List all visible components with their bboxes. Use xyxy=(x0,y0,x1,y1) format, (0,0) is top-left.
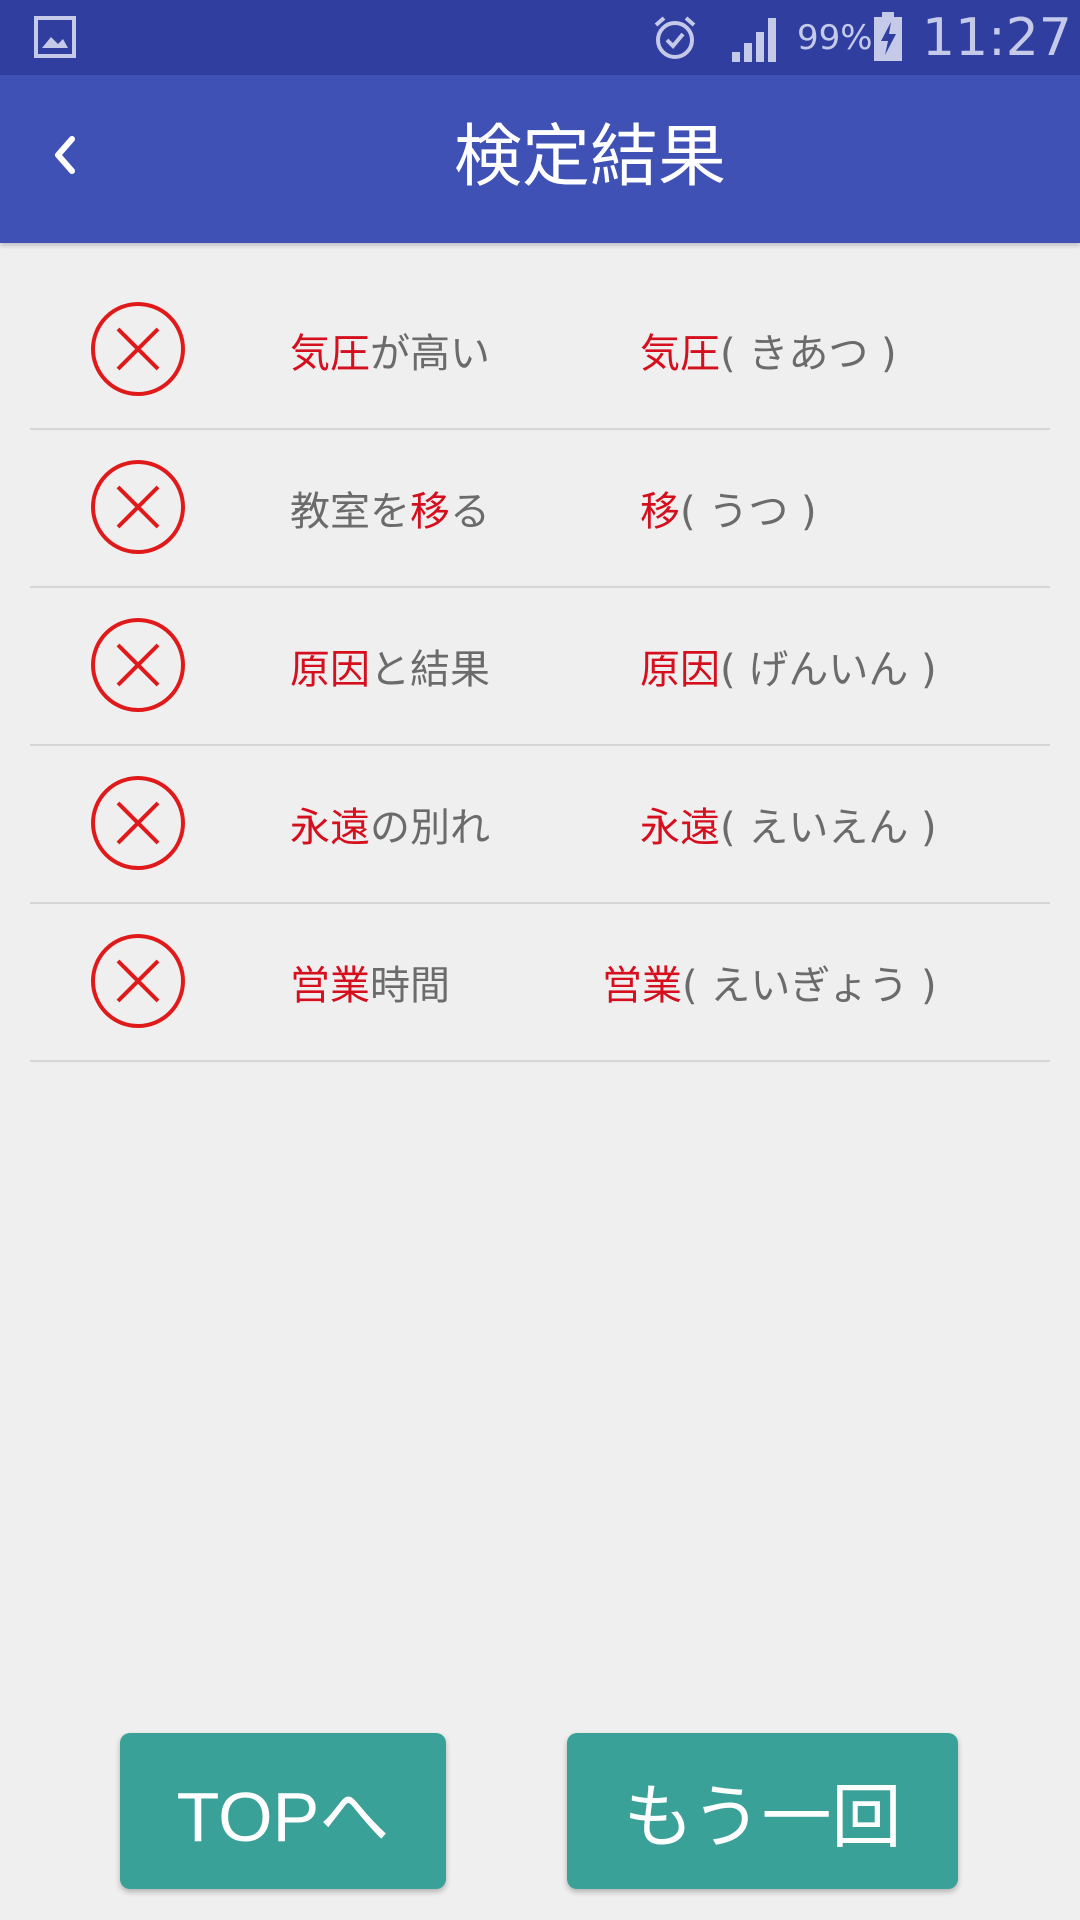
question-rest: が高い xyxy=(370,331,490,377)
incorrect-mark-icon xyxy=(91,460,185,554)
answer-reading: ( えいぎょう ) xyxy=(682,963,937,1009)
answer-text: 原因( げんいん ) xyxy=(640,588,937,744)
question-kanji: 移 xyxy=(410,489,450,535)
incorrect-mark-icon xyxy=(91,776,185,870)
question-kanji: 気圧 xyxy=(290,331,370,377)
incorrect-mark-icon xyxy=(91,618,185,712)
status-bar: 99% 11:27 xyxy=(0,0,1080,75)
incorrect-mark-icon xyxy=(91,934,185,1028)
question-prefix: 教室を xyxy=(290,489,410,535)
question-text: 営業 時間 xyxy=(290,904,450,1060)
app-bar: 検定結果 xyxy=(0,75,1080,243)
page-title: 検定結果 xyxy=(453,118,726,197)
question-kanji: 原因 xyxy=(290,647,370,693)
question-rest: る xyxy=(450,489,490,535)
results-list: 気圧 が高い 気圧( きあつ ) 教室を移る 移( うつ ) 原因 と結果 原因( … xyxy=(30,272,1050,1062)
answer-reading: ( きあつ ) xyxy=(720,331,897,377)
answer-kanji: 移 xyxy=(640,489,680,535)
question-text: 教室を移る xyxy=(290,430,490,586)
question-kanji: 永遠 xyxy=(290,805,370,851)
retry-button[interactable]: もう一回 xyxy=(567,1733,958,1889)
result-row: 教室を移る 移( うつ ) xyxy=(30,430,1050,588)
battery-charging-icon xyxy=(874,12,902,61)
question-text: 永遠 の別れ xyxy=(290,746,490,902)
question-rest: と結果 xyxy=(370,647,490,693)
answer-kanji: 永遠 xyxy=(640,805,720,851)
question-text: 原因 と結果 xyxy=(290,588,490,744)
clock: 11:27 xyxy=(922,8,1072,68)
result-row: 永遠 の別れ 永遠( えいえん ) xyxy=(30,746,1050,904)
answer-text: 営業( えいぎょう ) xyxy=(602,904,937,1060)
top-button[interactable]: TOPへ xyxy=(120,1733,446,1889)
incorrect-mark-icon xyxy=(91,302,185,396)
answer-text: 永遠( えいえん ) xyxy=(640,746,937,902)
question-rest: 時間 xyxy=(370,963,450,1009)
answer-reading: ( うつ ) xyxy=(680,489,817,535)
answer-text: 移( うつ ) xyxy=(640,430,817,586)
question-text: 気圧 が高い xyxy=(290,272,490,428)
answer-kanji: 原因 xyxy=(640,647,720,693)
answer-kanji: 営業 xyxy=(602,963,682,1009)
result-row: 営業 時間 営業( えいぎょう ) xyxy=(30,904,1050,1062)
answer-kanji: 気圧 xyxy=(640,331,720,377)
signal-icon xyxy=(732,18,776,62)
answer-text: 気圧( きあつ ) xyxy=(640,272,897,428)
alarm-icon xyxy=(654,16,696,59)
question-rest: の別れ xyxy=(370,805,490,851)
result-row: 気圧 が高い 気圧( きあつ ) xyxy=(30,272,1050,430)
battery-percentage: 99% xyxy=(797,18,873,58)
answer-reading: ( えいえん ) xyxy=(720,805,937,851)
question-kanji: 営業 xyxy=(290,963,370,1009)
answer-reading: ( げんいん ) xyxy=(720,647,937,693)
result-row: 原因 と結果 原因( げんいん ) xyxy=(30,588,1050,746)
gallery-icon xyxy=(34,16,76,58)
